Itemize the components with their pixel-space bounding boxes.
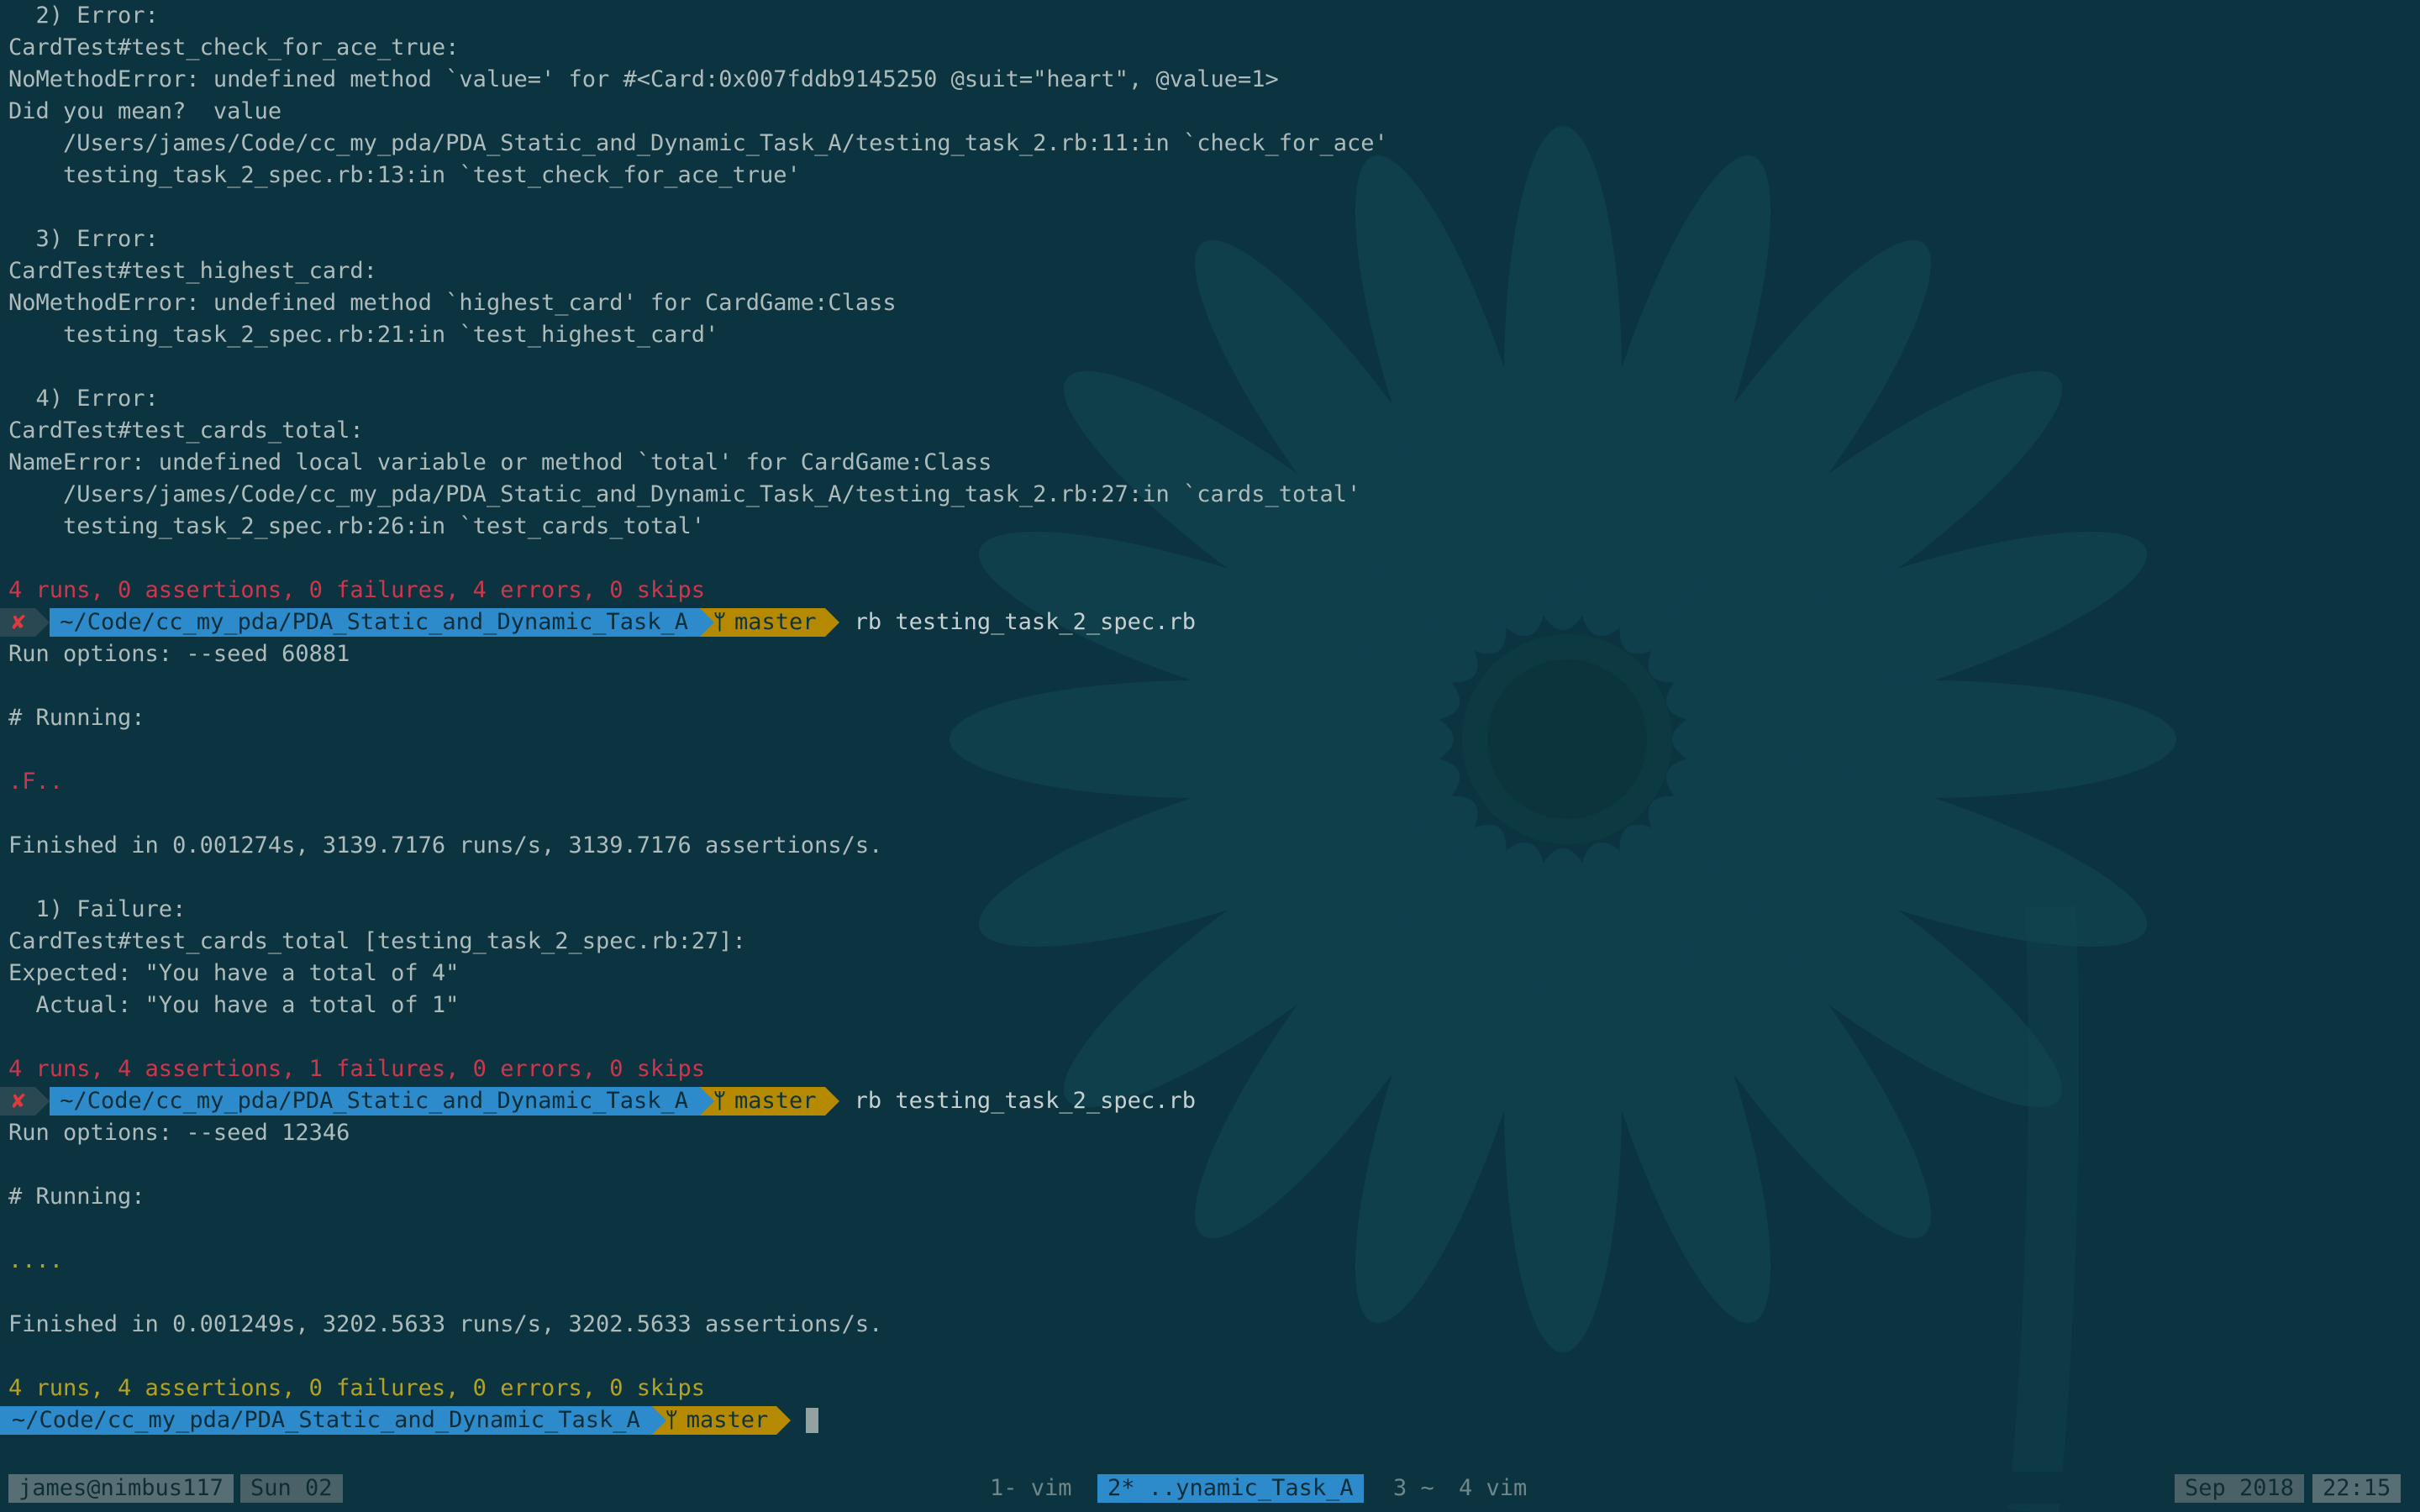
git-branch-icon: ᛘ	[713, 610, 727, 634]
git-branch-icon: ᛘ	[665, 1408, 678, 1432]
status-clock: 22:15	[2312, 1474, 2402, 1503]
status-user-host: james@nimbus117	[8, 1474, 234, 1503]
terminal-line: CardTest#test_check_for_ace_true:	[8, 34, 460, 60]
error-status-icon: ✘	[0, 608, 36, 637]
terminal-line: testing_task_2_spec.rb:13:in `test_check…	[8, 162, 801, 188]
test-summary-error: 4 runs, 0 assertions, 0 failures, 4 erro…	[8, 577, 706, 603]
terminal-line: Expected: "You have a total of 4"	[8, 960, 460, 986]
terminal-line: testing_task_2_spec.rb:21:in `test_highe…	[8, 322, 719, 348]
terminal-line: # Running:	[8, 705, 145, 731]
prompt-git-branch: ᛘ master	[700, 1087, 825, 1116]
prompt-path: ~/Code/cc_my_pda/PDA_Static_and_Dynamic_…	[50, 608, 701, 637]
status-month-year: Sep 2018	[2175, 1474, 2305, 1503]
terminal-line: Did you mean? value	[8, 98, 282, 124]
terminal-line: 2) Error:	[8, 3, 159, 29]
terminal-line: CardTest#test_highest_card:	[8, 258, 377, 284]
terminal-line: Actual: "You have a total of 1"	[8, 992, 460, 1018]
error-status-icon: ✘	[0, 1087, 36, 1116]
git-branch-icon: ᛘ	[713, 1089, 727, 1113]
terminal-line: CardTest#test_cards_total:	[8, 417, 364, 444]
terminal-line: Run options: --seed 12346	[8, 1120, 350, 1146]
shell-prompt: ✘ ~/Code/cc_my_pda/PDA_Static_and_Dynami…	[0, 606, 2420, 638]
test-summary-failure: 4 runs, 4 assertions, 1 failures, 0 erro…	[8, 1056, 706, 1082]
prompt-path: ~/Code/cc_my_pda/PDA_Static_and_Dynamic_…	[50, 1087, 701, 1116]
prompt-path: ~/Code/cc_my_pda/PDA_Static_and_Dynamic_…	[0, 1406, 652, 1435]
prompt-git-branch: ᛘ master	[651, 1406, 777, 1435]
terminal-line: 3) Error:	[8, 226, 159, 252]
shell-prompt-active[interactable]: ~/Code/cc_my_pda/PDA_Static_and_Dynamic_…	[0, 1404, 2420, 1436]
terminal-line: 1) Failure:	[8, 896, 187, 922]
terminal-output: 2) Error: CardTest#test_check_for_ace_tr…	[0, 0, 2420, 1436]
terminal-line: NameError: undefined local variable or m…	[8, 449, 992, 475]
terminal-line: /Users/james/Code/cc_my_pda/PDA_Static_a…	[8, 130, 1388, 156]
prompt-git-branch: ᛘ master	[700, 608, 825, 637]
tmux-status-bar: james@nimbus117 Sun 02 1- vim 2* ..ynami…	[0, 1472, 2420, 1504]
terminal-line: /Users/james/Code/cc_my_pda/PDA_Static_a…	[8, 481, 1361, 507]
terminal-line: # Running:	[8, 1184, 145, 1210]
terminal-cursor[interactable]	[806, 1408, 819, 1433]
terminal-line: Run options: --seed 60881	[8, 641, 350, 667]
tmux-window-1[interactable]: 1- vim	[980, 1474, 1082, 1503]
tmux-window-2-active[interactable]: 2* ..ynamic_Task_A	[1097, 1474, 1364, 1503]
terminal-line: Finished in 0.001249s, 3202.5633 runs/s,…	[8, 1311, 883, 1337]
test-summary-success: 4 runs, 4 assertions, 0 failures, 0 erro…	[8, 1375, 706, 1401]
test-progress-dots: ....	[8, 1247, 64, 1273]
terminal-line: testing_task_2_spec.rb:26:in `test_cards…	[8, 513, 706, 539]
tmux-window-3[interactable]: 3 ~	[1383, 1474, 1444, 1503]
prompt-command: rb testing_task_2_spec.rb	[854, 609, 1196, 635]
terminal-line: NoMethodError: undefined method `highest…	[8, 290, 897, 316]
terminal-line: NoMethodError: undefined method `value='…	[8, 66, 1279, 92]
tmux-window-4[interactable]: 4 vim	[1449, 1474, 1537, 1503]
shell-prompt: ✘ ~/Code/cc_my_pda/PDA_Static_and_Dynami…	[0, 1085, 2420, 1117]
terminal-line: 4) Error:	[8, 386, 159, 412]
terminal-line: Finished in 0.001274s, 3139.7176 runs/s,…	[8, 832, 883, 858]
terminal-line: CardTest#test_cards_total [testing_task_…	[8, 928, 746, 954]
prompt-command: rb testing_task_2_spec.rb	[854, 1088, 1196, 1114]
test-progress-dots: .F..	[8, 769, 64, 795]
status-day: Sun 02	[240, 1474, 343, 1503]
